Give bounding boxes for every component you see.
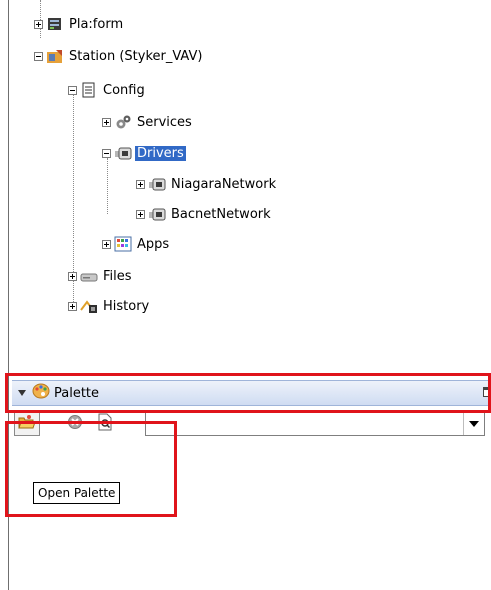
tree-item-label: NiagaraNetwork <box>171 176 277 192</box>
tree-item-files[interactable]: Files <box>68 266 134 286</box>
tree-item-services[interactable]: Services <box>102 112 194 132</box>
network-icon <box>148 206 166 222</box>
tree-connector <box>107 158 108 214</box>
left-border <box>8 0 9 590</box>
apps-icon <box>114 236 132 252</box>
expand-icon[interactable] <box>136 179 145 189</box>
tree-item-config[interactable]: Config <box>68 80 147 100</box>
find-palette-button[interactable] <box>92 412 118 436</box>
palette-icon <box>32 383 50 403</box>
palette-header[interactable]: Palette <box>12 380 491 406</box>
palette-toolbar <box>12 410 491 470</box>
collapse-icon[interactable] <box>102 148 111 158</box>
tree-item-drivers[interactable]: Drivers <box>102 143 186 163</box>
tree-item-label: Station (Styker_VAV) <box>69 48 203 64</box>
expand-icon[interactable] <box>68 271 77 281</box>
expand-icon[interactable] <box>34 19 43 29</box>
expand-icon[interactable] <box>102 117 111 127</box>
station-icon <box>46 48 64 64</box>
tree-item-label: Services <box>137 114 192 130</box>
open-folder-icon <box>18 414 36 434</box>
expand-icon[interactable] <box>136 209 145 219</box>
maximize-icon[interactable] <box>483 387 491 397</box>
config-icon <box>80 82 98 98</box>
services-icon <box>114 114 132 130</box>
tooltip-open-palette: Open Palette <box>33 482 121 504</box>
collapse-icon[interactable] <box>68 85 77 95</box>
close-palette-button[interactable] <box>62 412 88 436</box>
tree-item-bacnet-network[interactable]: BacnetNetwork <box>136 204 273 224</box>
open-palette-button[interactable] <box>14 412 40 436</box>
tree-item-label: Files <box>103 268 132 284</box>
network-icon <box>148 176 166 192</box>
tree-item-label: Drivers <box>135 145 186 161</box>
collapse-icon[interactable] <box>34 51 43 61</box>
tree-item-label: BacnetNetwork <box>171 206 271 222</box>
tree-item-label: Config <box>103 82 145 98</box>
tree-item-platform[interactable]: Pla:form <box>34 14 125 34</box>
dropdown-arrow-icon[interactable] <box>463 413 484 435</box>
tree-item-apps[interactable]: Apps <box>102 234 171 254</box>
close-circle-icon <box>67 414 83 434</box>
palette-combo[interactable] <box>145 412 485 436</box>
collapse-triangle-icon[interactable] <box>18 390 26 396</box>
find-document-icon <box>97 413 113 435</box>
expand-icon[interactable] <box>68 301 77 311</box>
tree-item-label: History <box>103 298 150 314</box>
tree-item-label: Pla:form <box>69 16 124 32</box>
tree-item-niagara-network[interactable]: NiagaraNetwork <box>136 174 278 194</box>
history-icon <box>80 298 98 314</box>
tree-item-label: Apps <box>137 236 170 252</box>
tree-connector <box>73 92 74 238</box>
palette-title: Palette <box>54 385 100 401</box>
files-icon <box>80 268 98 284</box>
tree-item-history[interactable]: History <box>68 296 151 316</box>
drivers-icon <box>114 145 132 161</box>
tree-item-station[interactable]: Station (Styker_VAV) <box>34 46 204 66</box>
expand-icon[interactable] <box>102 239 111 249</box>
platform-icon <box>46 16 64 32</box>
